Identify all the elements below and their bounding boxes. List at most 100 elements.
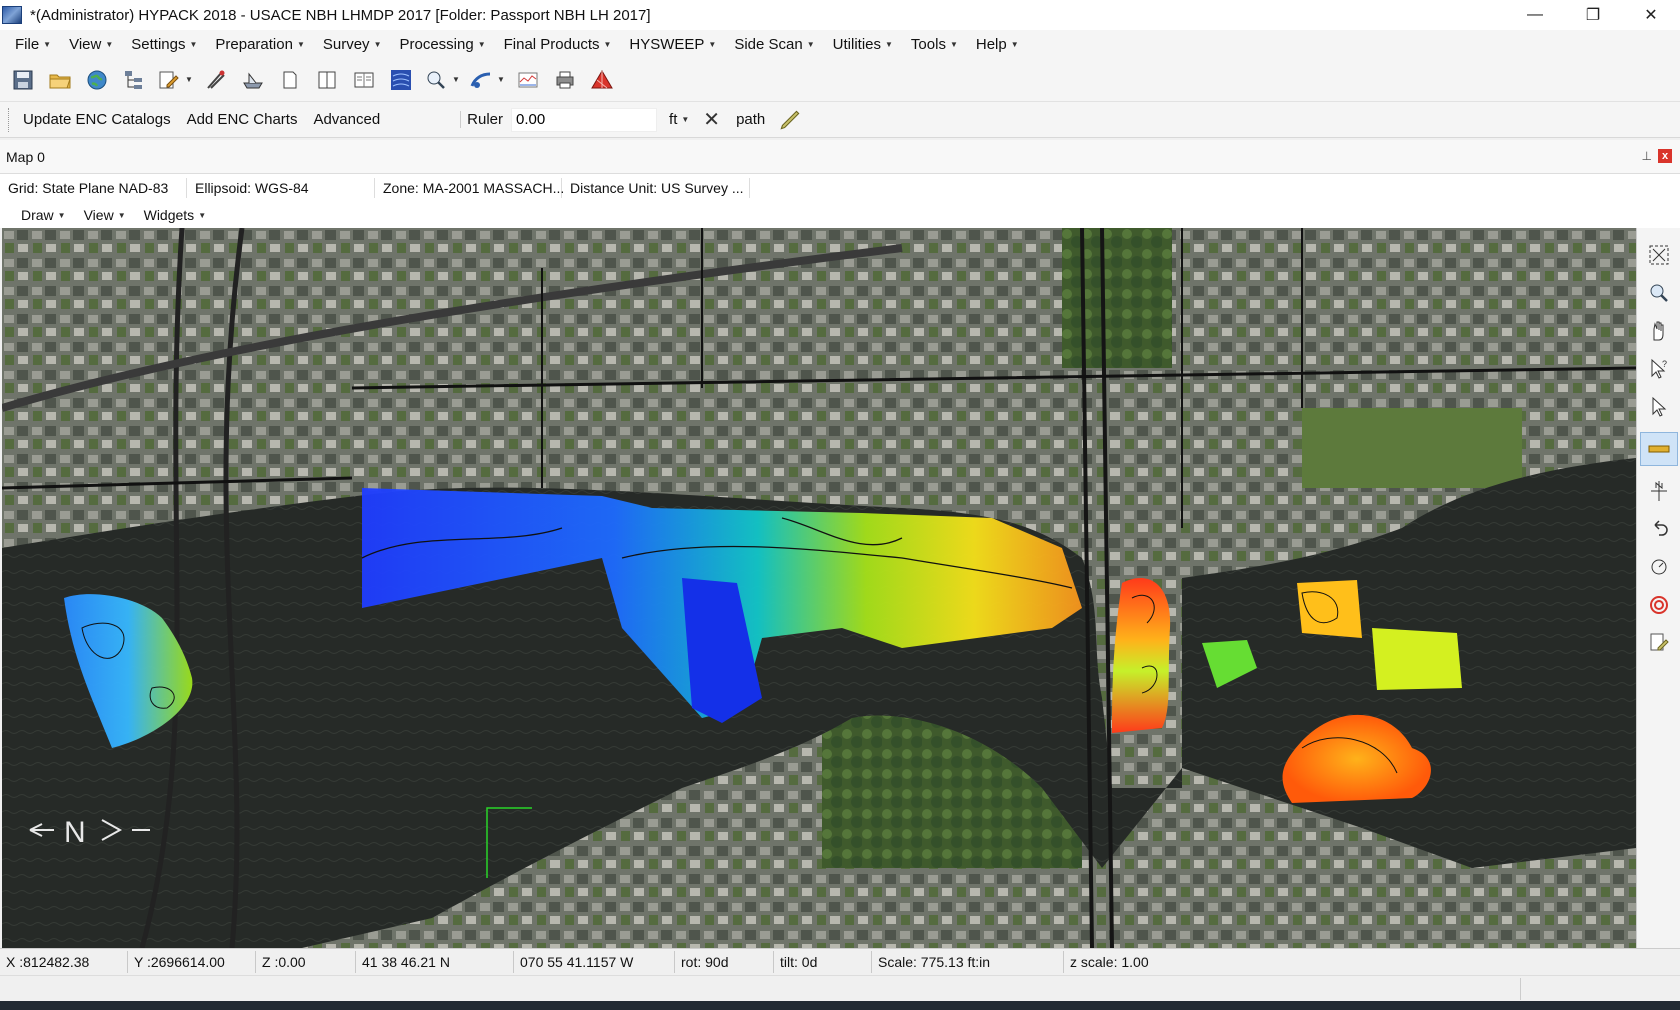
menu-preparation[interactable]: Preparation ▼ [206,36,313,53]
sonar-dropdown-icon [470,72,491,88]
chevron-down-icon: ▼ [189,39,198,49]
zone-info: Zone: MA-2001 MASSACH... [375,178,564,198]
zoom-extents-button[interactable] [1644,242,1674,268]
scale-button[interactable] [1644,554,1674,580]
status-z-scale: z scale: 1.00 [1070,954,1149,970]
chevron-down-icon: ▼ [681,115,690,124]
update-enc-catalogs-button[interactable]: Update ENC Catalogs [15,111,179,128]
chart-button[interactable] [513,65,543,95]
add-enc-charts-button[interactable]: Add ENC Charts [179,111,306,128]
menu-side-scan[interactable]: Side Scan ▼ [725,36,823,53]
ruler-measure-icon [1648,445,1669,453]
globe-icon [87,70,107,89]
edit-dropdown-button[interactable]: ▼ [156,65,194,95]
window-controls: — ❐ ✕ [1506,0,1680,30]
close-icon: ✕ [1644,7,1658,24]
menu-settings[interactable]: Settings ▼ [122,36,206,53]
menu-file[interactable]: File ▼ [6,36,60,53]
close-button[interactable]: ✕ [1622,0,1680,30]
page-button[interactable] [275,65,305,95]
zoom-window-button[interactable] [1644,280,1674,306]
map-menu-draw[interactable]: Draw ▼ [12,207,75,223]
toolbar-grip[interactable] [8,107,11,132]
open-button[interactable] [45,65,75,95]
north-up-button[interactable] [1644,478,1674,504]
advanced-button[interactable]: Advanced [305,111,388,128]
query-button[interactable]: ? [1644,356,1674,382]
map-menu-bar: Draw ▼ View ▼ Widgets ▼ [0,202,1680,228]
chevron-down-icon: ▼ [373,39,382,49]
tin-model-button[interactable] [587,65,617,95]
pointer-button[interactable] [1644,394,1674,420]
sonar-dropdown-button[interactable]: ▼ [468,65,506,95]
map-canvas[interactable]: N [2,228,1636,948]
main-toolbar: ▼ ▼ ▼ [0,58,1680,102]
status-x: X :812482.38 [0,951,128,973]
chevron-down-icon: ▼ [885,39,893,49]
menu-survey[interactable]: Survey ▼ [314,36,391,53]
pan-button[interactable] [1644,318,1674,344]
pan-hand-icon [1653,321,1663,341]
chevron-down-icon: ▼ [949,39,958,49]
menu-utilities[interactable]: Utilities ▼ [824,36,902,53]
chevron-down-icon: ▼ [806,39,815,49]
chevron-down-icon: ▼ [57,210,66,220]
book-button[interactable] [312,65,342,95]
undo-button[interactable] [1644,516,1674,542]
menu-hysweep[interactable]: HYSWEEP ▼ [620,36,725,53]
menu-final-products[interactable]: Final Products ▼ [495,36,621,53]
menu-tools[interactable]: Tools ▼ [902,36,967,53]
project-tree-button[interactable] [119,65,149,95]
chevron-down-icon: ▼ [477,39,486,49]
geodesy-button[interactable] [82,65,112,95]
enc-ruler-toolbar: Update ENC Catalogs Add ENC Charts Advan… [0,102,1680,138]
save-button[interactable] [8,65,38,95]
tin-model-icon [591,69,613,88]
ruler-label: Ruler [460,111,503,128]
book-open-button[interactable] [349,65,379,95]
ellipsoid-info: Ellipsoid: WGS-84 [187,178,375,198]
clear-ruler-button[interactable]: ✕ [703,107,720,132]
sidescan-button[interactable] [386,65,416,95]
edit-dropdown-icon [159,71,179,88]
map-menu-view[interactable]: View ▼ [75,207,135,223]
printer-button[interactable] [550,65,580,95]
close-map-button[interactable]: x [1658,149,1672,163]
zoom-extents-icon [1649,245,1668,265]
boat-button[interactable] [238,65,268,95]
edit-page-icon [1650,633,1669,651]
title-bar: *(Administrator) HYPACK 2018 - USACE NBH… [0,0,1680,30]
maximize-button[interactable]: ❐ [1564,0,1622,30]
minimize-button[interactable]: — [1506,0,1564,30]
survey-tool-button[interactable] [201,65,231,95]
map-menu-widgets[interactable]: Widgets ▼ [135,207,216,223]
boat-icon [243,72,263,88]
restore-icon: ❐ [1585,7,1601,24]
status-bar: X :812482.38 Y :2696614.00 Z :0.00 41 38… [0,948,1680,975]
map-tool-strip: ? [1636,228,1680,948]
ruler-tool-button[interactable] [1639,432,1678,466]
chevron-down-icon: ▼ [105,39,114,49]
magnifier-dropdown-button[interactable]: ▼ [423,65,461,95]
map-info-bar: Grid: State Plane NAD-83 Ellipsoid: WGS-… [0,174,1680,202]
menu-help[interactable]: Help ▼ [967,36,1028,53]
pencil-icon[interactable] [777,107,803,133]
chevron-down-icon: ▼ [198,210,207,220]
book-open-icon [354,72,374,87]
ruler-distance-input[interactable] [511,107,658,132]
menu-processing[interactable]: Processing ▼ [390,36,494,53]
menu-view[interactable]: View ▼ [60,36,122,53]
pin-icon[interactable]: ⊥ [1642,149,1652,163]
status-z: Z :0.00 [256,951,356,973]
open-folder-icon [49,74,71,88]
message-bar-divider [1520,978,1521,1000]
status-scale: Scale: 775.13 ft:in [872,951,1064,973]
north-up-icon [1650,481,1667,501]
page-icon [283,71,297,88]
book-icon [318,71,336,88]
status-longitude: 070 55 41.1157 W [514,951,675,973]
edit-page-button[interactable] [1644,630,1674,656]
target-button[interactable] [1644,592,1674,618]
magnifier-dropdown-icon [427,71,445,89]
unit-select[interactable]: ft ▼ [669,111,689,128]
